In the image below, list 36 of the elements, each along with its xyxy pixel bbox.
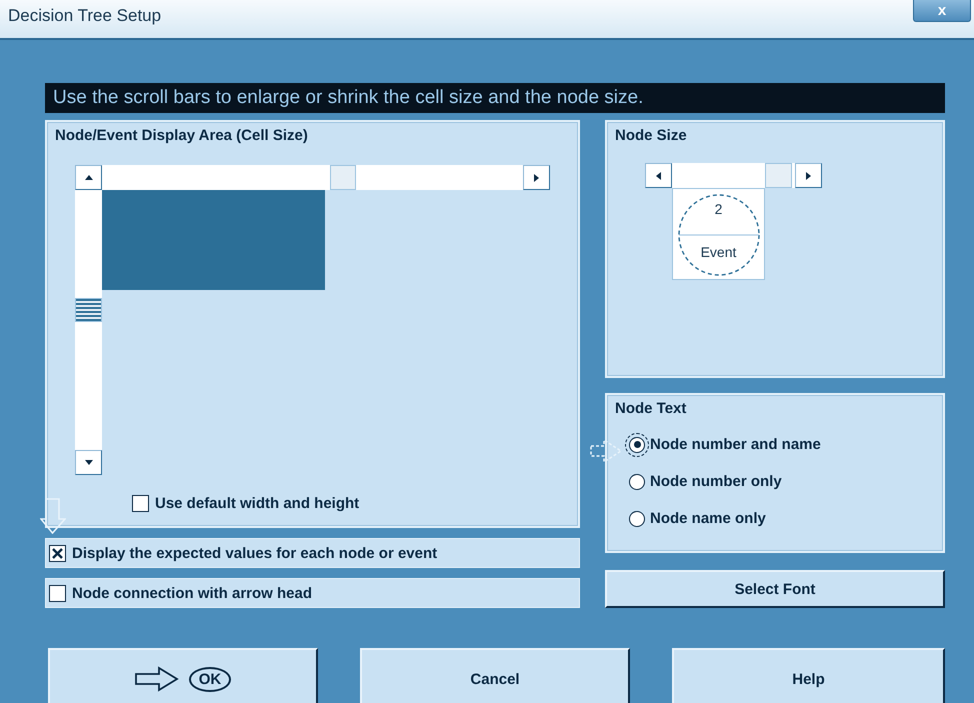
window-title: Decision Tree Setup [7, 5, 162, 27]
checkbox[interactable] [49, 584, 66, 602]
scroll-button[interactable] [75, 165, 102, 190]
radio-label: Node name only [650, 510, 766, 527]
checkbox-label: Use default width and height [155, 495, 360, 512]
select-font-button[interactable]: Select Font [605, 570, 945, 608]
triangle-right-icon [805, 170, 812, 180]
scroll-thumb[interactable] [330, 165, 356, 190]
triangle-down-icon [84, 459, 94, 466]
scroll-button[interactable] [645, 163, 672, 188]
group-title: Node Size [614, 126, 688, 144]
scroll-button[interactable] [523, 165, 550, 190]
group-title: Node/Event Display Area (Cell Size) [54, 126, 309, 144]
arrow-right-icon [134, 666, 179, 692]
group-title: Node Text [614, 399, 688, 417]
checkbox-label: Display the expected values for each node or event [72, 544, 438, 562]
checkbox[interactable] [132, 495, 149, 512]
dialog-button[interactable]: Cancel [360, 648, 630, 703]
dialog-button[interactable]: Help [672, 648, 945, 703]
instruction-banner: Use the scroll bars to enlarge or shrink the cell size and the node size. [45, 83, 945, 113]
node-number: 2 [714, 201, 724, 217]
triangle-right-icon [533, 172, 540, 182]
radio-label: Node number only [650, 473, 782, 490]
scroll-thumb[interactable] [75, 298, 102, 322]
radio-label: Node number and name [650, 436, 821, 453]
radio-button[interactable] [629, 474, 645, 490]
dialog-button[interactable]: OK [48, 648, 318, 703]
scroll-button[interactable] [75, 450, 102, 475]
scroll-thumb[interactable] [765, 163, 792, 188]
radio-button[interactable] [629, 510, 645, 526]
node-name: Event [700, 244, 738, 260]
triangle-left-icon [655, 170, 662, 180]
scroll-button[interactable] [795, 163, 822, 188]
checkbox-label: Node connection with arrow head [72, 584, 312, 602]
checkbox[interactable] [49, 544, 66, 562]
triangle-up-icon [84, 174, 94, 181]
